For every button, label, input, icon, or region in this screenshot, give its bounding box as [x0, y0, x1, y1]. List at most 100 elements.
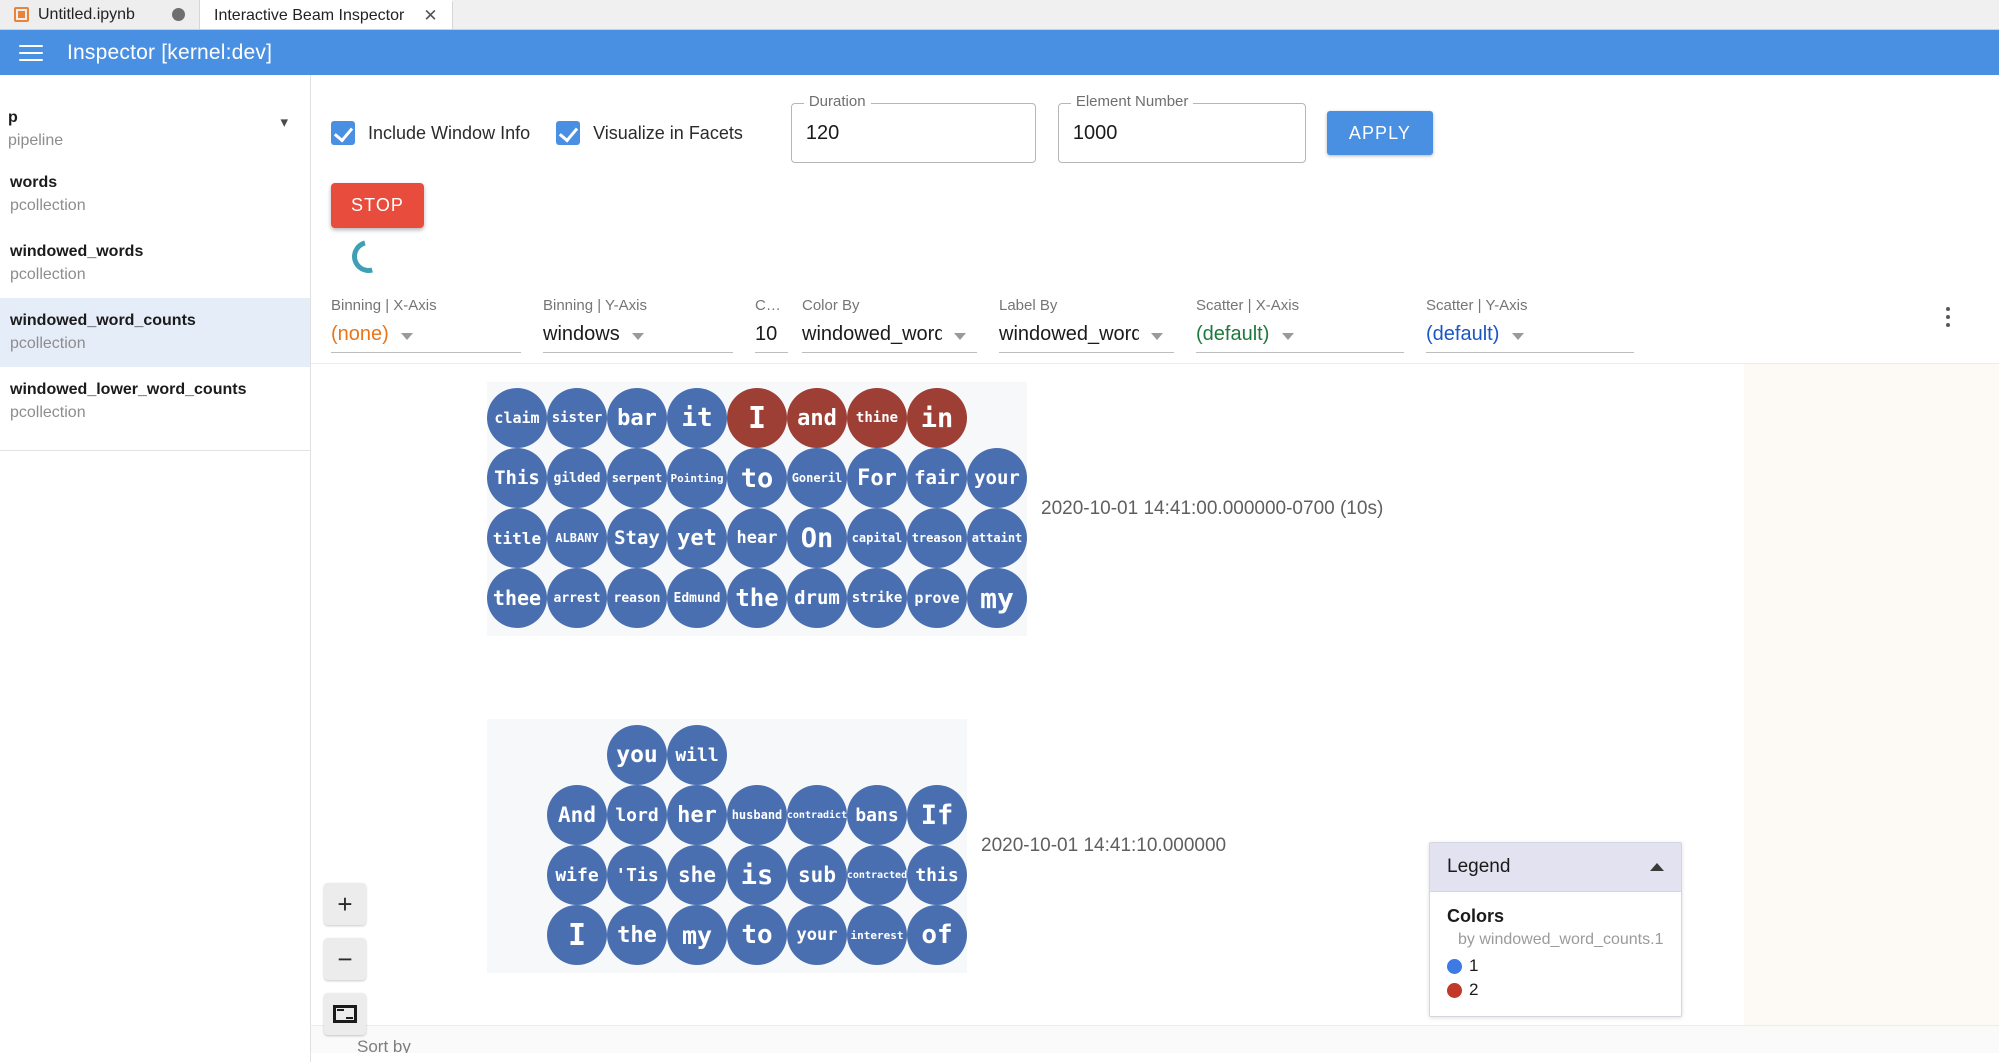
word-bubble[interactable]: her	[667, 785, 727, 845]
word-bubble[interactable]: Pointing	[667, 448, 727, 508]
tab-interactive-beam-inspector[interactable]: Interactive Beam Inspector ✕	[200, 0, 453, 29]
word-bubble[interactable]: I	[727, 388, 787, 448]
legend-header[interactable]: Legend	[1430, 843, 1681, 892]
word-bubble[interactable]: of	[907, 905, 967, 965]
legend-entry[interactable]: 1	[1447, 956, 1664, 976]
visualize-in-facets-group[interactable]: Visualize in Facets	[556, 121, 743, 145]
word-bubble[interactable]: ALBANY	[547, 508, 607, 568]
word-bubble[interactable]: Edmund	[667, 568, 727, 628]
word-bubble[interactable]: And	[547, 785, 607, 845]
tab-untitled-notebook[interactable]: Untitled.ipynb	[0, 0, 200, 29]
element-number-field[interactable]: Element Number	[1058, 103, 1306, 163]
chevron-down-icon[interactable]: ▾	[280, 113, 288, 131]
word-bubble[interactable]: and	[787, 388, 847, 448]
word-bubble[interactable]: For	[847, 448, 907, 508]
zoom-in-button[interactable]: +	[324, 883, 366, 925]
word-bubble[interactable]: drum	[787, 568, 847, 628]
chevron-down-icon[interactable]	[1282, 333, 1294, 340]
scatter-y-axis-select[interactable]: Scatter | Y-Axis (default)	[1426, 297, 1634, 353]
word-bubble[interactable]: wife	[547, 845, 607, 905]
binning-y-axis-select[interactable]: Binning | Y-Axis windows	[543, 297, 733, 353]
word-bubble[interactable]: contracted	[847, 845, 907, 905]
word-bubble[interactable]: If	[907, 785, 967, 845]
word-bubble[interactable]: attaint	[967, 508, 1027, 568]
word-bubble[interactable]: my	[667, 905, 727, 965]
word-bubble[interactable]: in	[907, 388, 967, 448]
word-bubble[interactable]: yet	[667, 508, 727, 568]
facets-dive-canvas[interactable]: claimsisterbaritIandthineinThisgildedser…	[311, 363, 1999, 1053]
word-bubble[interactable]: to	[727, 905, 787, 965]
word-bubble[interactable]: the	[607, 905, 667, 965]
word-bubble[interactable]: she	[667, 845, 727, 905]
sidebar-item-pipeline[interactable]: p pipeline ▾	[0, 95, 310, 160]
word-bubble[interactable]: lord	[607, 785, 667, 845]
sidebar-item-windowed-lower-word-counts[interactable]: windowed_lower_word_counts pcollection	[0, 367, 310, 436]
sidebar-item-windowed-words[interactable]: windowed_words pcollection	[0, 229, 310, 298]
word-bubble[interactable]: this	[907, 845, 967, 905]
chevron-down-icon[interactable]	[1512, 333, 1524, 340]
duration-input[interactable]	[806, 122, 1021, 145]
legend-entry[interactable]: 2	[1447, 980, 1664, 1000]
word-bubble[interactable]: title	[487, 508, 547, 568]
word-bubble[interactable]: On	[787, 508, 847, 568]
word-bubble[interactable]: I	[547, 905, 607, 965]
stop-button[interactable]: STOP	[331, 183, 424, 228]
word-bubble[interactable]: your	[787, 905, 847, 965]
include-window-info-checkbox[interactable]	[331, 121, 355, 145]
word-bubble[interactable]: my	[967, 568, 1027, 628]
word-bubble[interactable]: sub	[787, 845, 847, 905]
count-select[interactable]: Cou… 10	[755, 297, 788, 353]
word-bubble[interactable]: to	[727, 448, 787, 508]
sidebar-item-windowed-word-counts[interactable]: windowed_word_counts pcollection	[0, 298, 310, 367]
chevron-down-icon[interactable]	[954, 333, 966, 340]
word-bubble[interactable]: reason	[607, 568, 667, 628]
word-bubble[interactable]: bans	[847, 785, 907, 845]
word-bubble[interactable]: is	[727, 845, 787, 905]
word-bubble[interactable]: the	[727, 568, 787, 628]
word-bubble[interactable]: treason	[907, 508, 967, 568]
word-bubble[interactable]: claim	[487, 388, 547, 448]
word-bubble[interactable]: it	[667, 388, 727, 448]
word-bubble[interactable]: serpent	[607, 448, 667, 508]
word-bubble[interactable]: husband	[727, 785, 787, 845]
include-window-info-group[interactable]: Include Window Info	[331, 121, 530, 145]
word-bubble[interactable]: bar	[607, 388, 667, 448]
word-bubble[interactable]: fair	[907, 448, 967, 508]
chevron-down-icon[interactable]	[401, 333, 413, 340]
word-bubble[interactable]: you	[607, 725, 667, 785]
chevron-down-icon[interactable]	[632, 333, 644, 340]
visualize-in-facets-checkbox[interactable]	[556, 121, 580, 145]
word-bubble[interactable]: thee	[487, 568, 547, 628]
fit-to-screen-button[interactable]	[324, 993, 366, 1035]
word-bubble[interactable]: This	[487, 448, 547, 508]
word-bubble[interactable]: thine	[847, 388, 907, 448]
word-bubble[interactable]: your	[967, 448, 1027, 508]
word-bubble[interactable]: will	[667, 725, 727, 785]
word-bubble[interactable]: strike	[847, 568, 907, 628]
apply-button[interactable]: APPLY	[1327, 111, 1433, 155]
word-bubble[interactable]: prove	[907, 568, 967, 628]
color-by-select[interactable]: Color By windowed_word_c	[802, 297, 977, 353]
word-bubble[interactable]: sister	[547, 388, 607, 448]
element-number-input[interactable]	[1073, 122, 1291, 145]
word-bubble[interactable]: 'Tis	[607, 845, 667, 905]
word-bubble[interactable]: Goneril	[787, 448, 847, 508]
duration-field[interactable]: Duration	[791, 103, 1036, 163]
word-bubble[interactable]: gilded	[547, 448, 607, 508]
binning-x-axis-select[interactable]: Binning | X-Axis (none)	[331, 297, 521, 353]
more-vertical-icon[interactable]	[1935, 297, 1961, 337]
zoom-out-button[interactable]: −	[324, 938, 366, 980]
scatter-x-axis-select[interactable]: Scatter | X-Axis (default)	[1196, 297, 1404, 353]
close-icon[interactable]: ✕	[413, 7, 437, 24]
chevron-down-icon[interactable]	[1151, 333, 1163, 340]
chevron-up-icon[interactable]	[1650, 863, 1664, 871]
word-bubble[interactable]: hear	[727, 508, 787, 568]
word-bubble[interactable]: contradict	[787, 785, 847, 845]
sidebar-item-words[interactable]: words pcollection	[0, 160, 310, 229]
word-bubble[interactable]: Stay	[607, 508, 667, 568]
word-bubble[interactable]: capital	[847, 508, 907, 568]
word-bubble[interactable]: interest	[847, 905, 907, 965]
hamburger-icon[interactable]	[12, 41, 50, 65]
word-bubble[interactable]: arrest	[547, 568, 607, 628]
label-by-select[interactable]: Label By windowed_word_c	[999, 297, 1174, 353]
